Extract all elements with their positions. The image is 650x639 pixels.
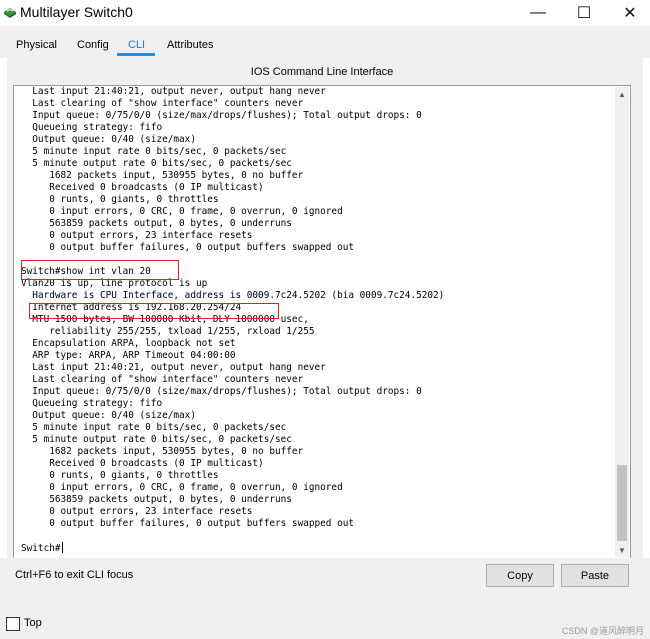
cli-line: 5 minute input rate 0 bits/sec, 0 packet… bbox=[21, 146, 287, 157]
cli-line: Last clearing of "show interface" counte… bbox=[21, 98, 304, 109]
cli-line: Encapsulation ARPA, loopback not set bbox=[21, 338, 236, 349]
cli-line bbox=[21, 530, 609, 542]
minimize-icon: — bbox=[530, 4, 546, 21]
cli-line: 0 output buffer failures, 0 output buffe… bbox=[21, 242, 355, 253]
cli-line: 0 output errors, 23 interface resets bbox=[21, 506, 253, 517]
tab-attributes[interactable]: Attributes bbox=[167, 39, 213, 51]
maximize-button[interactable]: ☐ bbox=[561, 0, 607, 26]
cli-focus-hint: Ctrl+F6 to exit CLI focus bbox=[15, 569, 134, 581]
cli-line: 5 minute output rate 0 bits/sec, 0 packe… bbox=[21, 158, 292, 169]
cli-line: 5 minute input rate 0 bits/sec, 0 packet… bbox=[21, 422, 287, 433]
cli-line: 0 runts, 0 giants, 0 throttles bbox=[21, 194, 219, 205]
cli-line: Queueing strategy: fifo bbox=[21, 122, 163, 133]
cli-line: Input queue: 0/75/0/0 (size/max/drops/fl… bbox=[21, 110, 422, 121]
cli-line: 0 runts, 0 giants, 0 throttles bbox=[21, 470, 219, 481]
cli-line: Hardware is CPU Interface, address is 00… bbox=[21, 290, 445, 301]
watermark: CSDN @道风醉明月 bbox=[561, 626, 644, 636]
paste-button[interactable]: Paste bbox=[561, 564, 629, 587]
cli-line: ARP type: ARPA, ARP Timeout 04:00:00 bbox=[21, 350, 236, 361]
cli-line: 5 minute output rate 0 bits/sec, 0 packe… bbox=[21, 434, 292, 445]
cli-line: Last input 21:40:21, output never, outpu… bbox=[21, 86, 326, 97]
cli-output[interactable]: Last input 21:40:21, output never, outpu… bbox=[21, 86, 609, 556]
close-button[interactable]: ✕ bbox=[607, 0, 650, 26]
highlight-box-ip-address bbox=[29, 303, 279, 319]
scrollbar-thumb[interactable] bbox=[617, 465, 627, 541]
active-tab-indicator bbox=[117, 53, 155, 56]
title-bar: Multilayer Switch0 — ☐ ✕ bbox=[0, 0, 650, 26]
packet-tracer-switch-icon bbox=[4, 8, 16, 18]
tab-config[interactable]: Config bbox=[77, 39, 109, 51]
minimize-button[interactable]: — bbox=[515, 0, 561, 26]
cli-line: Received 0 broadcasts (0 IP multicast) bbox=[21, 458, 264, 469]
cli-line: Input queue: 0/75/0/0 (size/max/drops/fl… bbox=[21, 386, 422, 397]
panel-title: IOS Command Line Interface bbox=[250, 66, 394, 78]
cli-line: reliability 255/255, txload 1/255, rxloa… bbox=[21, 326, 315, 337]
maximize-icon: ☐ bbox=[576, 5, 592, 22]
window-title: Multilayer Switch0 bbox=[20, 4, 133, 20]
cli-line: 1682 packets input, 530955 bytes, 0 no b… bbox=[21, 446, 304, 457]
cli-line: 0 input errors, 0 CRC, 0 frame, 0 overru… bbox=[21, 206, 343, 217]
cli-line: 563859 packets output, 0 bytes, 0 underr… bbox=[21, 494, 292, 505]
highlight-box-command bbox=[21, 260, 179, 280]
cli-line: Received 0 broadcasts (0 IP multicast) bbox=[21, 182, 264, 193]
bottom-bar: Ctrl+F6 to exit CLI focus Copy Paste bbox=[0, 558, 650, 608]
text-cursor bbox=[61, 542, 63, 553]
top-checkbox-label: Top bbox=[24, 617, 42, 629]
cli-line: 563859 packets output, 0 bytes, 0 underr… bbox=[21, 218, 292, 229]
cli-console[interactable]: Last input 21:40:21, output never, outpu… bbox=[13, 85, 631, 559]
cli-line: Last clearing of "show interface" counte… bbox=[21, 374, 304, 385]
vertical-scrollbar[interactable]: ▲ ▼ bbox=[615, 87, 629, 557]
tab-cli[interactable]: CLI bbox=[128, 39, 145, 51]
cli-line: Output queue: 0/40 (size/max) bbox=[21, 410, 196, 421]
cli-line: 0 output buffer failures, 0 output buffe… bbox=[21, 518, 355, 529]
tab-bar: Physical Config CLI Attributes bbox=[0, 26, 650, 58]
cli-line: Queueing strategy: fifo bbox=[21, 398, 163, 409]
cli-line: Output queue: 0/40 (size/max) bbox=[21, 134, 196, 145]
copy-button[interactable]: Copy bbox=[486, 564, 554, 587]
scroll-up-arrow-icon[interactable]: ▲ bbox=[615, 87, 629, 101]
top-row: Top CSDN @道风醉明月 bbox=[0, 608, 650, 639]
cli-line: Last input 21:40:21, output never, outpu… bbox=[21, 362, 326, 373]
cli-line: Switch# bbox=[21, 542, 63, 554]
scroll-down-arrow-icon[interactable]: ▼ bbox=[615, 543, 629, 557]
tab-physical[interactable]: Physical bbox=[16, 39, 57, 51]
cli-line: 0 input errors, 0 CRC, 0 frame, 0 overru… bbox=[21, 482, 343, 493]
cli-line: 0 output errors, 23 interface resets bbox=[21, 230, 253, 241]
close-icon: ✕ bbox=[623, 5, 637, 22]
cli-line: 1682 packets input, 530955 bytes, 0 no b… bbox=[21, 170, 304, 181]
top-checkbox[interactable] bbox=[6, 617, 20, 631]
